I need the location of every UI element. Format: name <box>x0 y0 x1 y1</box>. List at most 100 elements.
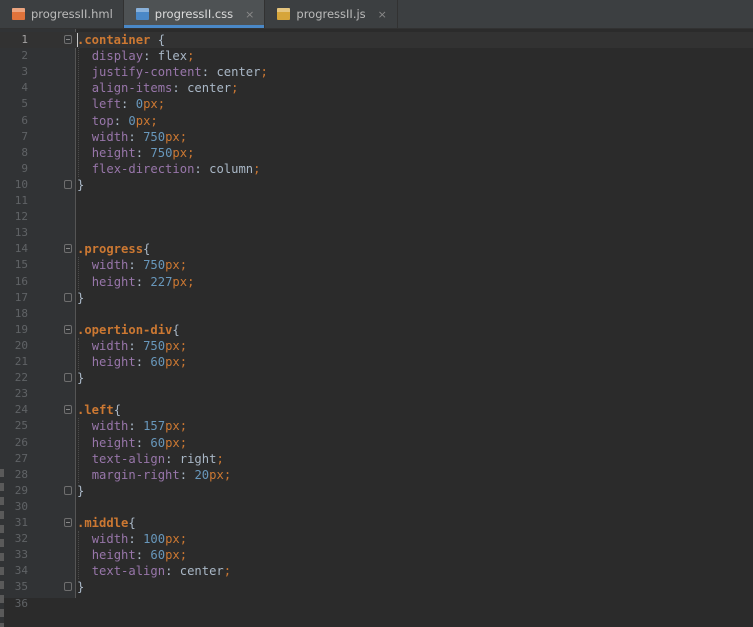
code-line[interactable]: 4 align-items: center; <box>0 80 753 96</box>
line-number: 22 <box>14 371 28 385</box>
line-number: 29 <box>14 483 28 497</box>
text-cursor <box>77 33 78 47</box>
line-number: 28 <box>14 467 28 481</box>
code-line[interactable]: 21 height: 60px; <box>0 354 753 370</box>
code-text: .middle{ <box>77 516 136 530</box>
line-number: 15 <box>14 258 28 272</box>
fold-end-icon[interactable] <box>64 373 72 383</box>
line-number: 4 <box>21 81 28 95</box>
code-text: width: 750px; <box>91 129 188 144</box>
code-line[interactable]: 13 <box>0 225 753 241</box>
line-number: 6 <box>21 113 28 127</box>
code-line[interactable]: 10} <box>0 177 753 193</box>
line-number: 24 <box>14 403 28 417</box>
code-line[interactable]: 29} <box>0 483 753 499</box>
fold-end-icon[interactable] <box>64 582 72 592</box>
code-line[interactable]: 5 left: 0px; <box>0 96 753 112</box>
code-text: height: 60px; <box>91 355 188 369</box>
code-line[interactable]: 28 margin-right: 20px; <box>0 467 753 483</box>
code-line[interactable]: 20 width: 750px; <box>0 338 753 354</box>
code-text: display: flex; <box>91 49 195 64</box>
code-line[interactable]: 8 height: 750px; <box>0 145 753 161</box>
code-line[interactable]: 34 text-align: center; <box>0 563 753 579</box>
tab-label: progressII.hml <box>31 7 113 21</box>
code-line[interactable]: 3 justify-content: center; <box>0 64 753 80</box>
code-line[interactable]: 22} <box>0 370 753 386</box>
line-number: 17 <box>14 290 28 304</box>
line-number: 23 <box>14 387 28 401</box>
code-text: width: 157px; <box>91 419 188 434</box>
line-number: 25 <box>14 419 28 433</box>
code-line[interactable]: 16 height: 227px; <box>0 274 753 290</box>
html-file-icon <box>12 8 25 20</box>
fold-end-icon[interactable] <box>64 485 72 495</box>
code-line[interactable]: 7 width: 750px; <box>0 129 753 145</box>
code-text: } <box>77 371 85 386</box>
line-number: 11 <box>14 194 28 207</box>
code-line[interactable]: 17} <box>0 290 753 306</box>
code-text: top: 0px; <box>91 113 158 128</box>
indent-guide <box>78 418 79 483</box>
code-line[interactable]: 26 height: 60px; <box>0 435 753 451</box>
code-line[interactable]: 31 .middle{ <box>0 515 753 531</box>
tab-label: progressII.css <box>154 7 234 21</box>
code-text: } <box>77 483 85 498</box>
tab-progressii-css[interactable]: progressII.css × <box>123 0 266 28</box>
code-line[interactable]: 27 text-align: right; <box>0 451 753 467</box>
code-line[interactable]: 9 flex-direction: column; <box>0 161 753 177</box>
code-line[interactable]: 32 width: 100px; <box>0 531 753 547</box>
code-line[interactable]: 24 .left{ <box>0 402 753 418</box>
fold-collapse-icon[interactable] <box>64 35 72 44</box>
code-text: text-align: right; <box>91 451 224 466</box>
line-number: 26 <box>14 435 28 449</box>
line-number: 30 <box>14 499 28 513</box>
code-editor[interactable]: 1 .container {2 display: flex; 3 justify-c… <box>0 29 753 627</box>
code-text: height: 750px; <box>91 145 195 160</box>
tab-label: progressII.js <box>296 7 366 21</box>
code-text: width: 750px; <box>91 258 188 273</box>
code-line[interactable]: 2 display: flex; <box>0 48 753 64</box>
fold-end-icon[interactable] <box>64 292 72 302</box>
code-text: height: 227px; <box>91 274 195 289</box>
code-text: } <box>77 290 85 305</box>
code-line[interactable]: 11 <box>0 193 753 209</box>
close-icon[interactable]: × <box>378 8 387 21</box>
code-line[interactable]: 1 .container { <box>0 32 753 48</box>
code-line[interactable]: 6 top: 0px; <box>0 113 753 129</box>
code-line[interactable]: 33 height: 60px; <box>0 547 753 563</box>
css-file-icon <box>135 8 149 20</box>
code-line[interactable]: 18 <box>0 306 753 322</box>
code-line[interactable]: 15 width: 750px; <box>0 257 753 273</box>
fold-end-icon[interactable] <box>64 179 72 189</box>
tab-progressii-hml[interactable]: progressII.hml <box>0 0 124 28</box>
code-line[interactable]: 30 <box>0 499 753 515</box>
code-text: height: 60px; <box>91 548 188 563</box>
indent-guide <box>78 531 79 580</box>
code-text: justify-content: center; <box>91 65 268 80</box>
code-line[interactable]: 23 <box>0 386 753 402</box>
fold-collapse-icon[interactable] <box>64 244 72 254</box>
line-number: 14 <box>14 242 28 256</box>
line-number: 16 <box>14 274 28 288</box>
tab-progressii-js[interactable]: progressII.js × <box>265 0 398 28</box>
fold-collapse-icon[interactable] <box>64 518 72 527</box>
code-text: text-align: center; <box>91 564 232 579</box>
fold-collapse-icon[interactable] <box>64 324 72 334</box>
code-line[interactable]: 14 .progress{ <box>0 241 753 257</box>
editor-tab-bar: progressII.hml progressII.css × progress… <box>0 0 753 29</box>
code-text: flex-direction: column; <box>91 161 261 176</box>
line-number: 7 <box>21 129 28 143</box>
line-number: 27 <box>14 451 28 465</box>
code-line[interactable]: 19 .opertion-div{ <box>0 322 753 338</box>
code-line[interactable]: 35} <box>0 579 753 595</box>
code-text: .left{ <box>77 403 122 418</box>
code-line[interactable]: 25 width: 157px; <box>0 418 753 434</box>
line-number: 18 <box>14 306 28 320</box>
close-icon[interactable]: × <box>245 8 254 21</box>
code-line[interactable]: 12 <box>0 209 753 225</box>
line-number: 21 <box>14 355 28 368</box>
fold-collapse-icon[interactable] <box>64 405 72 415</box>
line-number: 19 <box>14 322 28 336</box>
line-number: 20 <box>14 338 28 352</box>
code-text: .progress{ <box>77 242 151 257</box>
